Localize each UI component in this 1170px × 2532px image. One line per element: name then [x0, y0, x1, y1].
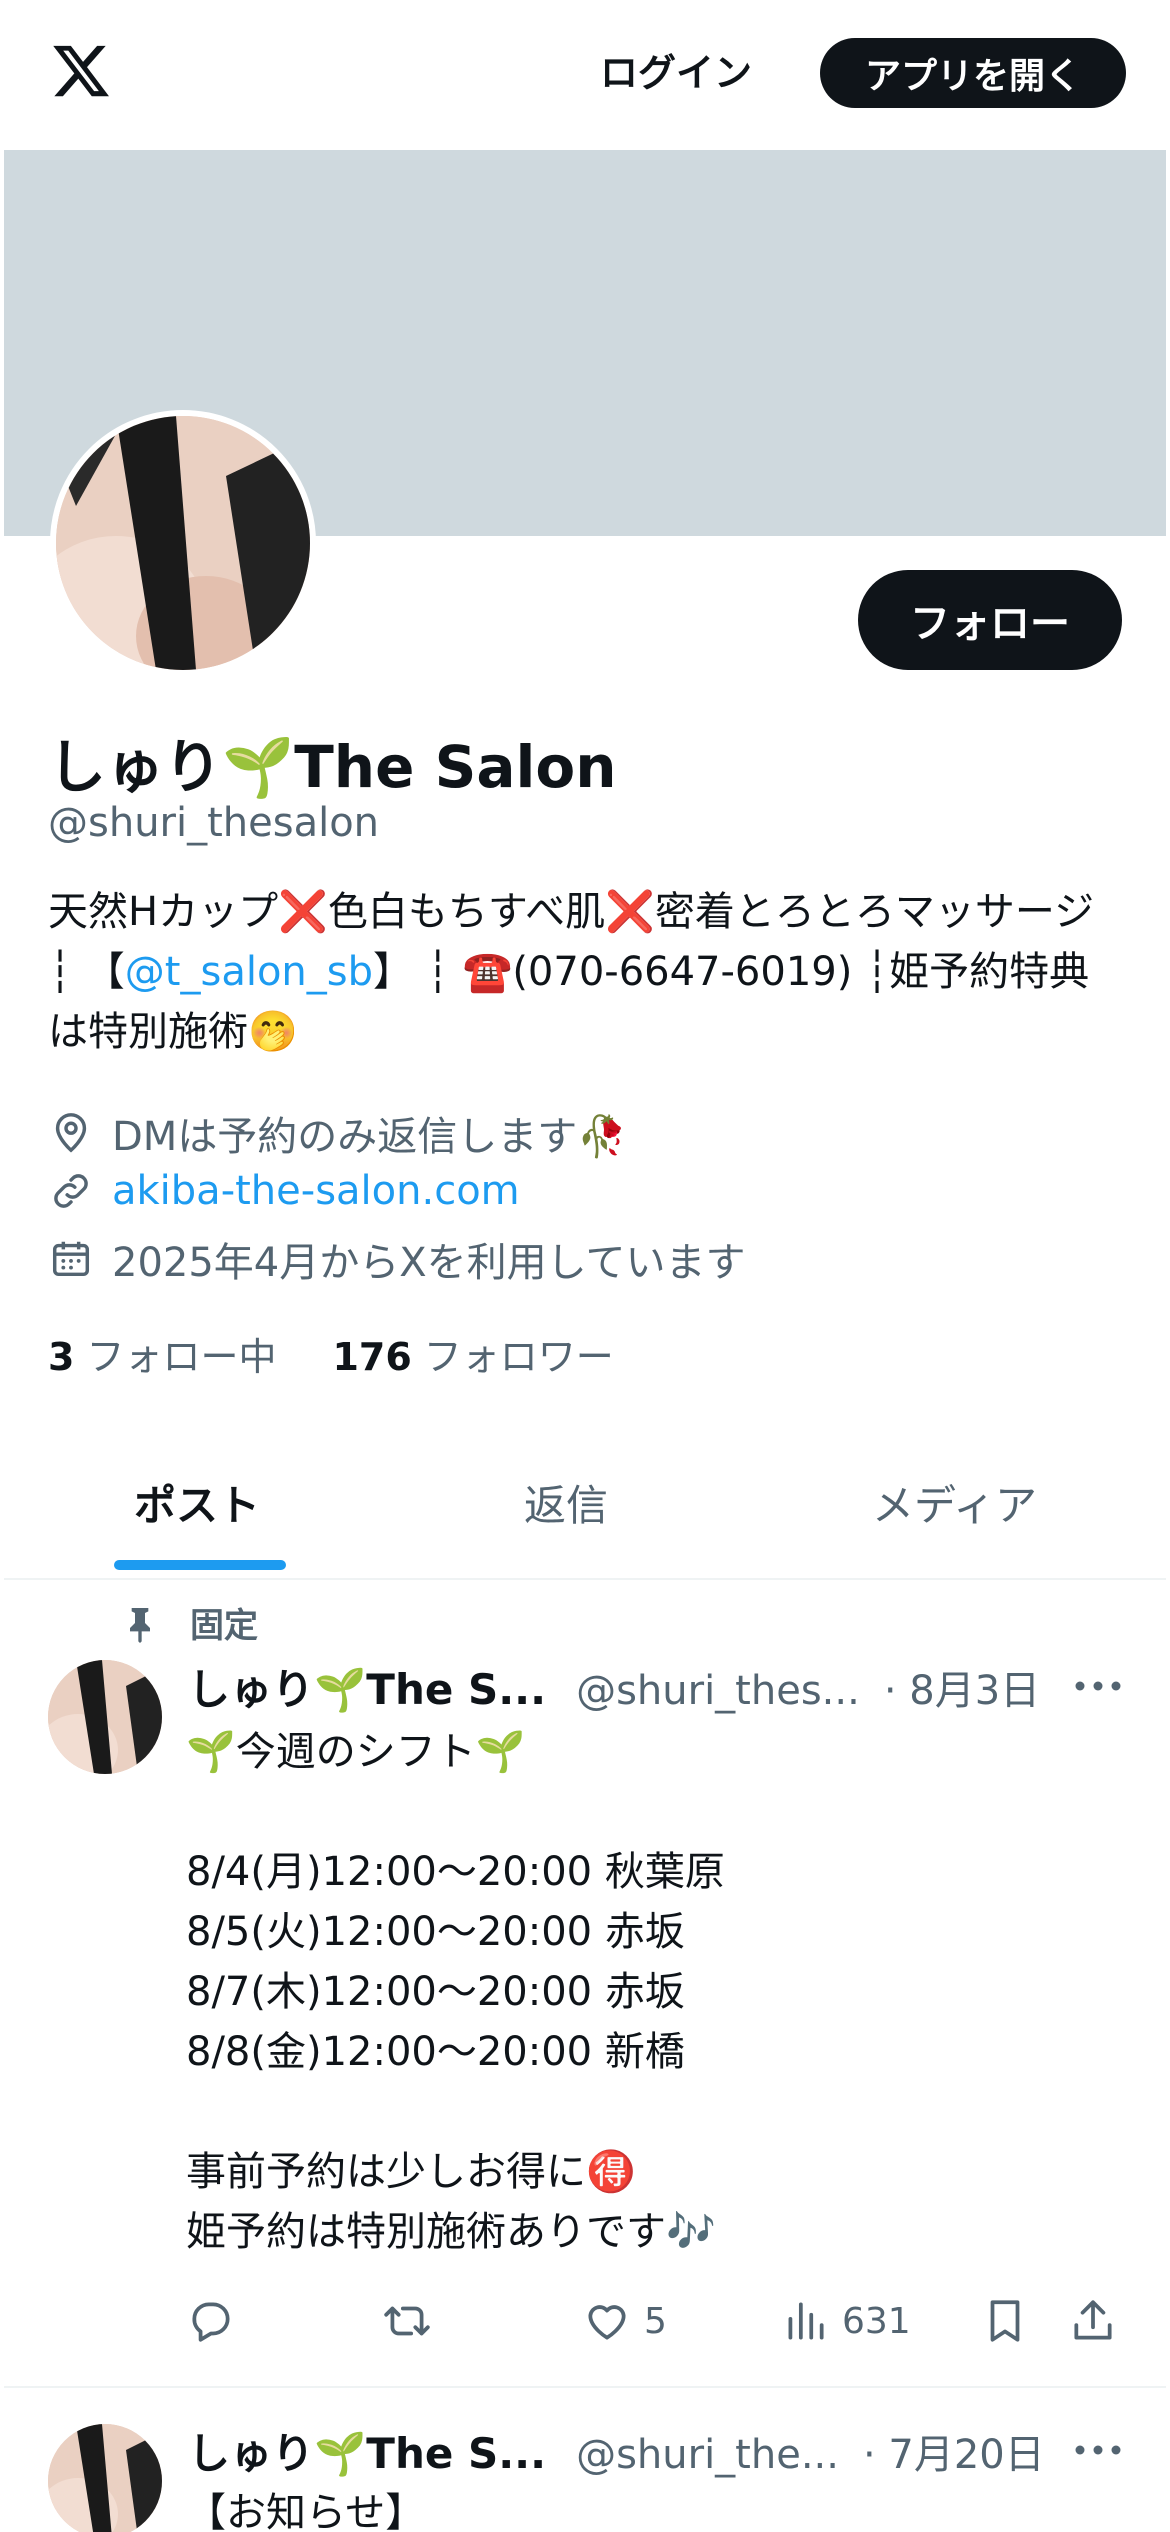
post-avatar[interactable] [48, 1660, 162, 1774]
like-count: 5 [644, 2300, 667, 2342]
bio-mention-link[interactable]: @t_salon_sb [125, 949, 373, 995]
post-date[interactable]: · 7月20日 [863, 2422, 1045, 2480]
followers-count: 176 [332, 1335, 412, 1379]
reply-icon [186, 2296, 236, 2346]
open-app-button[interactable]: アプリを開く [820, 38, 1126, 108]
followers-link[interactable]: 176 フォロワー [332, 1335, 613, 1379]
following-link[interactable]: 3 フォロー中 [48, 1335, 276, 1379]
more-icon[interactable] [1070, 2430, 1126, 2470]
post-actions: 5 631 [186, 2296, 1126, 2352]
profile-bio: 天然Hカップ❌色白もちすべ肌❌密着とろとろマッサージ ┆ 【@t_salon_s… [48, 882, 1128, 1062]
views-icon [780, 2296, 830, 2346]
tab-posts[interactable]: ポスト [134, 1472, 260, 1533]
tab-replies[interactable]: 返信 [524, 1472, 608, 1533]
repost-icon [382, 2296, 432, 2346]
avatar-image [56, 416, 310, 670]
login-link[interactable]: ログイン [600, 42, 752, 97]
tab-media[interactable]: メディア [872, 1472, 1037, 1533]
post-divider [4, 2386, 1166, 2388]
location-icon [48, 1110, 94, 1156]
post-date[interactable]: · 8月3日 [884, 1658, 1040, 1716]
view-count: 631 [842, 2300, 911, 2342]
post-author-name[interactable]: しゅり🌱The S... [188, 2420, 546, 2481]
reply-button[interactable] [186, 2296, 248, 2346]
profile-location: DMは予約のみ返信します🥀 [48, 1104, 627, 1162]
joined-text: 2025年4月からXを利用しています [112, 1240, 746, 1286]
pinned-text: 固定 [190, 1606, 258, 1646]
views-button[interactable]: 631 [780, 2296, 911, 2346]
post-header: しゅり🌱The S... @shuri_the... · 7月20日 [188, 2420, 1045, 2481]
bookmark-button[interactable] [980, 2296, 1042, 2346]
post-avatar[interactable] [48, 2424, 162, 2532]
post-text[interactable]: 【お知らせ】 [186, 2480, 425, 2532]
following-label: フォロー中 [86, 1335, 277, 1379]
share-button[interactable] [1068, 2296, 1130, 2346]
post-text[interactable]: 🌱今週のシフト🌱 8/4(月)12:00〜20:00 秋葉原 8/5(火)12:… [186, 1722, 1106, 2262]
profile-joined: 2025年4月からXを利用しています [48, 1230, 745, 1288]
post-header: しゅり🌱The S... @shuri_thes... · 8月3日 [188, 1656, 1040, 1717]
profile-avatar[interactable] [50, 410, 316, 676]
profile-tabs: ポスト 返信 メディア [4, 1420, 1166, 1580]
following-count: 3 [48, 1335, 75, 1379]
pin-icon [120, 1603, 160, 1643]
followers-label: フォロワー [423, 1335, 614, 1379]
post-avatar-image [48, 1660, 162, 1774]
share-icon [1068, 2296, 1118, 2346]
follow-counts: 3 フォロー中 176 フォロワー [48, 1326, 614, 1381]
pinned-label: 固定 [120, 1598, 258, 1647]
profile-name: しゅり🌱The Salon [48, 733, 617, 801]
bookmark-icon [980, 2296, 1030, 2346]
profile-website: akiba-the-salon.com [48, 1168, 520, 1214]
link-icon [48, 1168, 94, 1214]
post-author-handle[interactable]: @shuri_thes... [576, 1668, 860, 1714]
more-icon[interactable] [1070, 1666, 1126, 1706]
calendar-icon [48, 1236, 94, 1282]
like-button[interactable]: 5 [582, 2296, 667, 2346]
post-author-name[interactable]: しゅり🌱The S... [188, 1656, 546, 1717]
active-tab-indicator [114, 1560, 286, 1570]
website-link[interactable]: akiba-the-salon.com [112, 1168, 520, 1214]
post-avatar-image [48, 2424, 162, 2532]
location-text: DMは予約のみ返信します🥀 [112, 1114, 628, 1160]
x-logo-icon[interactable] [48, 40, 114, 102]
like-icon [582, 2296, 632, 2346]
top-bar: ログイン アプリを開く [0, 0, 1170, 150]
post-author-handle[interactable]: @shuri_the... [576, 2432, 839, 2478]
repost-button[interactable] [382, 2296, 444, 2346]
follow-button[interactable]: フォロー [858, 570, 1122, 670]
profile-handle: @shuri_thesalon [48, 800, 380, 846]
